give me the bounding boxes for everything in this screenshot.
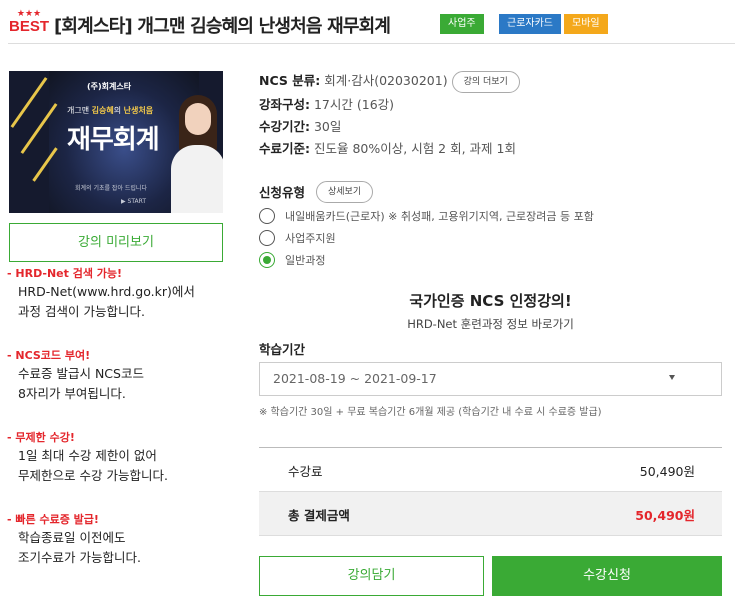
- tag-mobile: 모바일: [564, 14, 608, 34]
- period-note: ※ 학습기간 30일 + 무료 복습기간 6개월 제공 (학습기간 내 수료 시…: [259, 407, 602, 418]
- ncs-value: 회계·감사(02030201): [324, 73, 448, 88]
- preview-button[interactable]: 강의 미리보기: [9, 223, 223, 262]
- presenter-image: [169, 95, 223, 213]
- apply-option-worker-card[interactable]: 내일배움카드(근로자) ※ 취성패, 고용위기지역, 근로장려금 등 포함: [259, 207, 594, 225]
- info-duration: 수강기간: 30일: [259, 116, 341, 138]
- enroll-button[interactable]: 수강신청: [492, 556, 722, 596]
- feature-line: HRD-Net(www.hrd.go.kr)에서: [18, 284, 195, 299]
- feature-hrd-search: - HRD-Net 검색 가능! HRD-Net(www.hrd.go.kr)에…: [7, 266, 237, 322]
- apply-option-general[interactable]: 일반과정: [259, 251, 325, 269]
- feature-line: 무제한으로 수강 가능합니다.: [18, 468, 168, 483]
- completion-value: 진도율 80%이상, 시험 2 회, 과제 1회: [313, 141, 516, 156]
- total-value: 50,490원: [635, 508, 695, 523]
- best-label: BEST: [8, 18, 49, 35]
- fee-label: 수강료: [288, 464, 323, 479]
- tag-worker-card: 근로자카드: [499, 14, 561, 34]
- period-label: 학습기간: [259, 342, 306, 357]
- feature-line: 8자리가 부여됩니다.: [18, 386, 126, 401]
- best-badge: ★★★ BEST: [8, 10, 50, 35]
- apply-detail-wrap: 상세보기: [316, 181, 374, 203]
- add-to-cart-button[interactable]: 강의담기: [259, 556, 484, 596]
- feature-ncs-code: - NCS코드 부여! 수료증 발급시 NCS코드 8자리가 부여됩니다.: [7, 348, 237, 404]
- thumbnail-subtitle: 개그맨 김승혜의 난생처음: [67, 105, 153, 116]
- composition-label: 강좌구성:: [259, 97, 310, 112]
- price-table: 수강료 50,490원 총 결제금액 50,490원: [259, 447, 722, 536]
- feature-line: 학습종료일 이전에도: [18, 530, 126, 545]
- thumbnail-brand: (주)회계스타: [87, 82, 132, 91]
- detail-button[interactable]: 상세보기: [316, 181, 374, 203]
- feature-fast-certificate: - 빠른 수료증 발급! 학습종료일 이전에도 조기수료가 가능합니다.: [7, 512, 237, 568]
- price-row-total: 총 결제금액 50,490원: [259, 492, 722, 536]
- thumbnail-subtitle-highlight: 난생처음: [123, 106, 154, 115]
- apply-option-label: 일반과정: [285, 254, 326, 267]
- info-ncs: NCS 분류: 회계·감사(02030201) 강의 더보기: [259, 70, 520, 93]
- feature-title: - HRD-Net 검색 가능!: [7, 267, 123, 280]
- course-header: ★★★ BEST [회계스타] 개그맨 김승혜의 난생처음 재무회계 사업주 근…: [8, 8, 735, 44]
- thumbnail-subtitle-prefix: 개그맨: [67, 106, 92, 115]
- duration-label: 수강기간:: [259, 119, 310, 134]
- period-select[interactable]: 2021-08-19 ~ 2021-09-17: [259, 362, 722, 396]
- radio-button[interactable]: [259, 208, 275, 224]
- feature-line: 과정 검색이 가능합니다.: [18, 304, 145, 319]
- fee-value: 50,490원: [639, 464, 695, 479]
- thumbnail-subtitle-mid: 의: [113, 106, 124, 115]
- composition-value: 17시간 (16강): [313, 97, 395, 112]
- thumbnail-start-label: START: [127, 198, 147, 205]
- feature-line: 조기수료가 가능합니다.: [18, 550, 141, 565]
- apply-option-label: 사업주지원: [285, 232, 336, 245]
- duration-value: 30일: [313, 119, 342, 134]
- apply-option-employer[interactable]: 사업주지원: [259, 229, 336, 247]
- feature-title: - 빠른 수료증 발급!: [7, 513, 99, 526]
- price-row-fee: 수강료 50,490원: [259, 448, 722, 492]
- hrd-net-link[interactable]: HRD-Net 훈련과정 정보 바로가기: [259, 316, 722, 332]
- thumbnail-subtitle-name: 김승혜: [91, 106, 114, 115]
- info-completion: 수료기준: 진도율 80%이상, 시험 2 회, 과제 1회: [259, 138, 516, 160]
- ncs-headline: 국가인증 NCS 인정강의!: [409, 292, 572, 310]
- period-value: 2021-08-19 ~ 2021-09-17: [273, 371, 437, 386]
- radio-button[interactable]: [259, 230, 275, 246]
- course-thumbnail[interactable]: (주)회계스타 개그맨 김승혜의 난생처음 재무회계 회계의 기초를 잡아 드립…: [9, 71, 223, 213]
- ncs-label: NCS 분류:: [259, 73, 321, 88]
- radio-button-selected[interactable]: [259, 252, 275, 268]
- tag-employer: 사업주: [440, 14, 484, 34]
- thumbnail-start: ▶ START: [121, 198, 147, 205]
- feature-title: - NCS코드 부여!: [7, 349, 91, 362]
- feature-line: 수료증 발급시 NCS코드: [18, 366, 144, 381]
- thumbnail-big-title: 재무회계: [67, 125, 160, 155]
- course-title: [회계스타] 개그맨 김승혜의 난생처음 재무회계: [54, 16, 391, 37]
- apply-option-label: 내일배움카드(근로자) ※ 취성패, 고용위기지역, 근로장려금 등 포함: [285, 210, 594, 223]
- apply-type-title: 신청유형: [259, 185, 306, 200]
- chevron-down-icon: [669, 375, 675, 380]
- total-label: 총 결제금액: [288, 508, 350, 523]
- completion-label: 수료기준:: [259, 141, 310, 156]
- feature-unlimited: - 무제한 수강! 1일 최대 수강 제한이 없어 무제한으로 수강 가능합니다…: [7, 430, 237, 486]
- info-composition: 강좌구성: 17시간 (16강): [259, 94, 394, 116]
- feature-title: - 무제한 수강!: [7, 431, 75, 444]
- more-lectures-button[interactable]: 강의 더보기: [451, 70, 520, 93]
- thumbnail-caption: 회계의 기초를 잡아 드립니다: [75, 185, 147, 192]
- feature-line: 1일 최대 수강 제한이 없어: [18, 448, 157, 463]
